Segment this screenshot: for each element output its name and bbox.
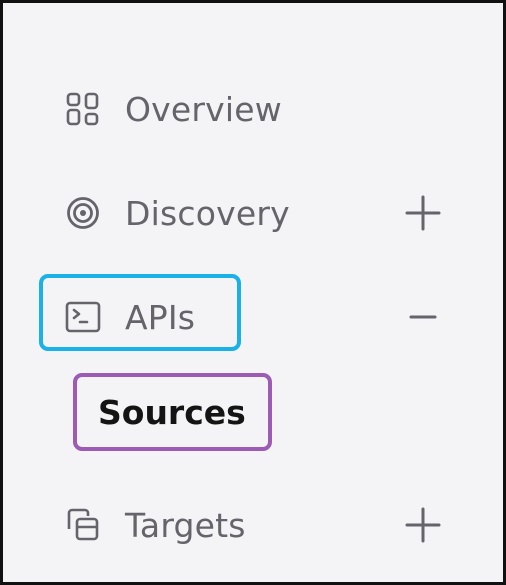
collapse-minus-icon[interactable] [401,295,445,339]
highlight-box-sources [73,373,272,451]
sidebar-item-label: Targets [125,505,246,545]
sidebar-item-overview[interactable]: Overview [65,79,503,139]
target-icon [65,195,101,231]
sidebar-item-label: Discovery [125,193,290,233]
highlight-box-apis [39,274,241,351]
expand-plus-icon[interactable] [401,503,445,547]
sidebar-item-label: Overview [125,89,282,129]
sidebar-item-discovery[interactable]: Discovery [65,183,503,243]
sidebar-item-targets[interactable]: Targets [65,495,503,555]
copy-icon [65,507,101,543]
expand-plus-icon[interactable] [401,191,445,235]
sidebar-nav: Overview Discovery APIs Sources Targets [0,0,506,585]
grid-icon [65,91,101,127]
